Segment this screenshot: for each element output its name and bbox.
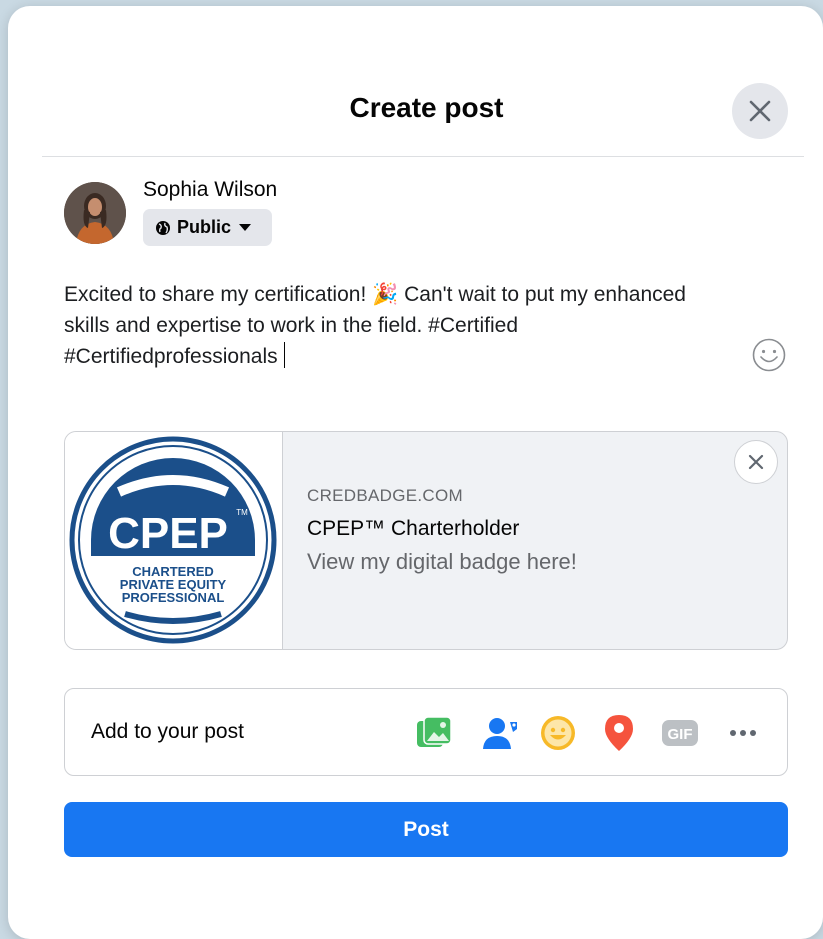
gif-button[interactable]: GIF: [658, 711, 702, 755]
badge-tm: TM: [236, 508, 248, 517]
audience-label: Public: [177, 217, 232, 237]
remove-preview-button[interactable]: [734, 440, 778, 484]
link-domain: CREDBADGE.COM: [307, 486, 463, 505]
post-text-line3: #Certifiedprofessionals: [64, 345, 278, 368]
post-button[interactable]: Post: [64, 802, 788, 857]
close-button[interactable]: [732, 83, 788, 139]
avatar-image: [64, 182, 126, 244]
avatar[interactable]: [64, 182, 126, 244]
add-to-post-label: Add to your post: [91, 720, 244, 743]
close-icon: [749, 100, 771, 122]
feeling-activity-icon: [541, 716, 575, 750]
close-icon: [748, 454, 764, 470]
tag-people-icon: [483, 718, 517, 749]
gif-icon: GIF: [662, 720, 698, 746]
gif-label: GIF: [668, 726, 693, 743]
dialog-header: Create post: [8, 6, 823, 158]
post-text-line1-a: Excited to share my certification!: [64, 283, 367, 306]
link-description: View my digital badge here!: [307, 549, 577, 574]
post-text-line1-b: Can't wait to put my enhanced: [404, 283, 686, 306]
caret-down-icon: [239, 223, 252, 231]
badge-acronym: CPEP: [108, 509, 228, 558]
more-icon: [730, 730, 756, 736]
post-text-line2: skills and expertise to work in the fiel…: [64, 314, 519, 337]
cpep-badge-logo: CPEP TM CHARTERED PRIVATE EQUITY PROFESS…: [69, 436, 277, 644]
check-in-button[interactable]: [597, 711, 641, 755]
globe-icon: [156, 220, 170, 235]
text-cursor: [283, 342, 285, 368]
photo-video-icon: [417, 716, 452, 747]
badge-line3: PROFESSIONAL: [122, 590, 225, 605]
smiley-icon: [752, 338, 786, 372]
link-title: CPEP™ Charterholder: [307, 517, 520, 540]
author-name[interactable]: Sophia Wilson: [143, 178, 277, 202]
more-options-button[interactable]: [721, 711, 765, 755]
create-post-dialog: Create post Sophia Wilson Public Excited: [8, 6, 823, 939]
emoji-picker-button[interactable]: [751, 337, 787, 373]
party-emoji: 🎉: [372, 283, 399, 306]
add-to-post-bar: Add to your post GIF: [64, 688, 788, 776]
dialog-title: Create post: [349, 92, 504, 123]
check-in-icon: [605, 715, 633, 751]
link-preview-card[interactable]: CPEP TM CHARTERED PRIVATE EQUITY PROFESS…: [64, 431, 788, 650]
photo-video-button[interactable]: [412, 711, 456, 755]
post-text-input[interactable]: Excited to share my certification! 🎉 Can…: [64, 279, 784, 372]
badge-thumbnail: CPEP TM CHARTERED PRIVATE EQUITY PROFESS…: [65, 432, 283, 649]
feeling-activity-button[interactable]: [536, 711, 580, 755]
post-button-label: Post: [403, 817, 449, 841]
header-divider: [42, 156, 804, 157]
tag-people-button[interactable]: [479, 711, 523, 755]
audience-selector[interactable]: Public: [143, 209, 272, 246]
